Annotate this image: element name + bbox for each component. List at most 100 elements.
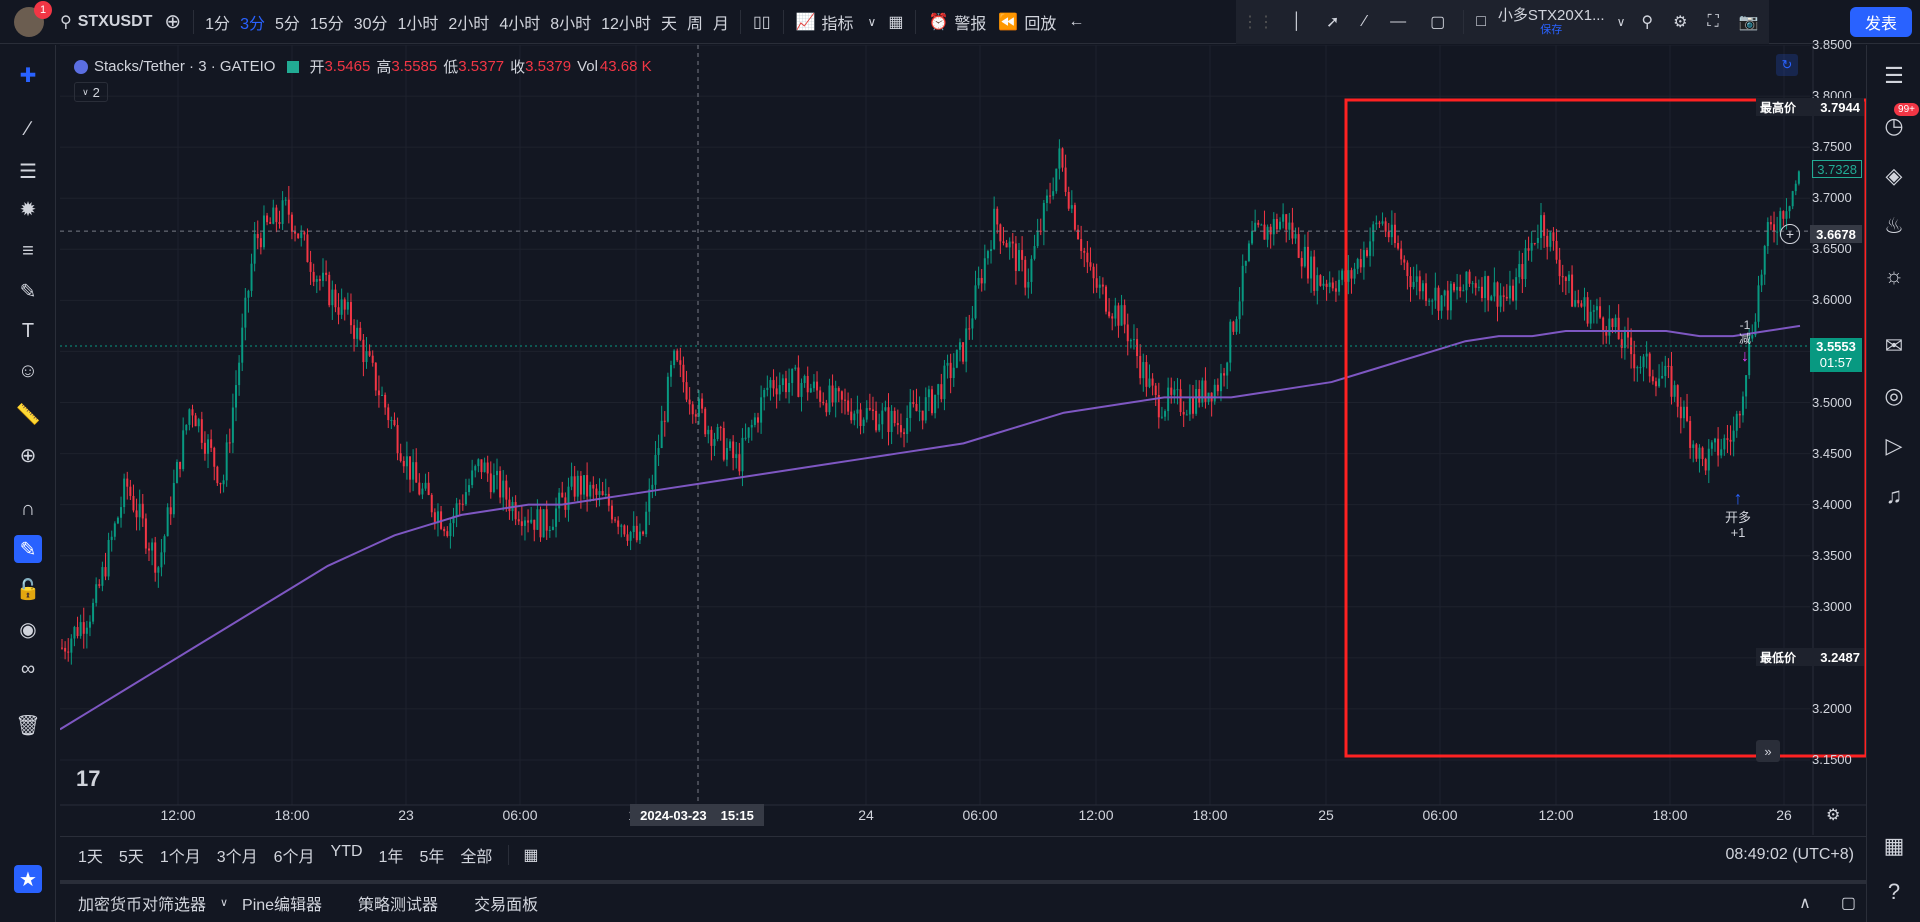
- candle-body: [778, 385, 781, 395]
- add-symbol-button[interactable]: ⊕: [158, 0, 187, 44]
- candle-body: [607, 493, 610, 506]
- fib-retracement-icon[interactable]: ☰: [14, 157, 42, 185]
- magnet-icon[interactable]: ∩: [14, 495, 42, 523]
- horizontal-line-icon[interactable]: —: [1378, 0, 1418, 44]
- range-0[interactable]: 1天: [70, 843, 111, 867]
- camera-icon[interactable]: 📷: [1729, 0, 1769, 44]
- vertical-line-icon[interactable]: │: [1280, 0, 1314, 44]
- chart-pane[interactable]: [60, 45, 1866, 835]
- scroll-to-latest-icon[interactable]: »: [1756, 740, 1780, 762]
- layout-name-button[interactable]: 小多STX20X1... 保存: [1492, 0, 1611, 44]
- quick-search-icon[interactable]: ⚲: [1631, 0, 1663, 44]
- layout-checkbox-icon[interactable]: □: [1470, 0, 1492, 44]
- alert-button[interactable]: ⏰ 警报: [922, 0, 992, 44]
- interval-11[interactable]: 周: [682, 10, 708, 34]
- prediction-icon[interactable]: ≡: [14, 237, 42, 265]
- lock-icon[interactable]: 🔓: [14, 575, 42, 603]
- footer-tab-3[interactable]: 交易面板: [456, 891, 556, 915]
- user-avatar[interactable]: 1: [14, 0, 52, 37]
- link-icon[interactable]: ∞: [14, 655, 42, 683]
- play-forward-icon[interactable]: ▷: [1879, 431, 1909, 461]
- interval-6[interactable]: 2小时: [443, 10, 494, 34]
- price-chart[interactable]: [60, 45, 1866, 835]
- stay-drawing-icon[interactable]: ✎: [14, 535, 42, 563]
- drag-handle-icon[interactable]: ⋮⋮: [1236, 0, 1280, 44]
- interval-7[interactable]: 4小时: [494, 10, 545, 34]
- range-5[interactable]: YTD: [323, 843, 371, 867]
- footer-tab-2[interactable]: 策略测试器: [340, 891, 456, 915]
- footer-tab-1[interactable]: Pine编辑器: [224, 891, 340, 915]
- range-6[interactable]: 1年: [371, 843, 412, 867]
- layers-icon[interactable]: ◈: [1879, 161, 1909, 191]
- bell-icon[interactable]: ♫: [1879, 481, 1909, 511]
- candle-body: [651, 484, 654, 490]
- chevron-down-icon[interactable]: ∨: [1611, 0, 1632, 44]
- alerts-clock-icon[interactable]: ◷ 99+: [1879, 103, 1919, 141]
- interval-9[interactable]: 12小时: [596, 10, 656, 34]
- rectangle-icon[interactable]: ▢: [1418, 0, 1457, 44]
- range-2[interactable]: 1个月: [152, 843, 209, 867]
- fullscreen-icon[interactable]: ⛶: [1697, 0, 1728, 44]
- axis-settings-gear-icon[interactable]: ⚙: [1826, 805, 1840, 825]
- add-alert-plus-icon[interactable]: +: [1780, 224, 1800, 244]
- calendar-icon[interactable]: ▦: [1879, 831, 1909, 861]
- interval-8[interactable]: 8小时: [545, 10, 596, 34]
- interval-2[interactable]: 5分: [270, 10, 305, 34]
- chart-type-button[interactable]: ▯▯: [747, 0, 777, 44]
- settings-gear-icon[interactable]: ⚙: [1663, 0, 1697, 44]
- hotlist-flame-icon[interactable]: ♨: [1879, 211, 1909, 241]
- text-icon[interactable]: T: [14, 317, 42, 345]
- alert-label: 警报: [954, 15, 987, 33]
- range-7[interactable]: 5年: [411, 843, 452, 867]
- tradingview-logo-icon[interactable]: 17: [76, 766, 100, 792]
- watchlist-icon[interactable]: ☰: [1879, 61, 1909, 91]
- interval-5[interactable]: 1小时: [393, 10, 444, 34]
- interval-10[interactable]: 天: [656, 10, 682, 34]
- emoji-icon[interactable]: ☺: [14, 357, 42, 385]
- chevron-down-icon[interactable]: ∨: [220, 896, 228, 909]
- footer-tab-0[interactable]: 加密货币对筛选器: [60, 891, 224, 915]
- help-icon[interactable]: ?: [1879, 877, 1909, 907]
- ray-icon[interactable]: ∕: [1351, 0, 1378, 44]
- templates-button[interactable]: ▦: [882, 0, 909, 44]
- range-8[interactable]: 全部: [452, 843, 500, 867]
- interval-12[interactable]: 月: [708, 10, 734, 34]
- trend-line-icon[interactable]: ➚: [1314, 0, 1351, 44]
- sync-icon[interactable]: ↻: [1776, 54, 1798, 76]
- undo-button[interactable]: ←: [1062, 0, 1090, 44]
- range-4[interactable]: 6个月: [266, 843, 323, 867]
- candle-body: [1272, 218, 1275, 235]
- candle-body: [912, 401, 915, 404]
- trend-line-icon[interactable]: ∕: [14, 115, 42, 143]
- symbol-title[interactable]: Stacks/Tether · 3 · GATEIO: [94, 58, 275, 75]
- eye-icon[interactable]: ◉: [14, 615, 42, 643]
- publish-button[interactable]: 发表: [1850, 7, 1912, 37]
- symbol-search[interactable]: ⚲ STXUSDT: [54, 0, 158, 44]
- candle-body: [645, 511, 648, 535]
- indicators-collapse-button[interactable]: ∨ 2: [74, 82, 108, 102]
- streams-icon[interactable]: ◎: [1879, 381, 1909, 411]
- replay-button[interactable]: ⏪ 回放: [992, 0, 1062, 44]
- brush-icon[interactable]: ✎: [14, 277, 42, 305]
- interval-1[interactable]: 3分: [235, 10, 270, 34]
- chevron-up-icon[interactable]: ∧: [1799, 893, 1811, 913]
- maximize-panel-icon[interactable]: ▢: [1841, 893, 1856, 913]
- range-3[interactable]: 3个月: [209, 843, 266, 867]
- interval-0[interactable]: 1分: [200, 10, 235, 34]
- ideas-bulb-icon[interactable]: ☼: [1879, 261, 1909, 291]
- pattern-icon[interactable]: ✹: [14, 195, 42, 223]
- clock-display[interactable]: 08:49:02 (UTC+8): [1717, 846, 1862, 864]
- trash-icon[interactable]: 🗑: [14, 711, 42, 739]
- candle-body: [570, 476, 573, 487]
- favorites-star-icon[interactable]: ★: [14, 865, 42, 893]
- zoom-in-icon[interactable]: ⊕: [14, 441, 42, 469]
- range-1[interactable]: 5天: [111, 843, 152, 867]
- indicators-button[interactable]: 📈 指标 ∨: [790, 0, 883, 44]
- date-range-calendar-icon[interactable]: ▦: [508, 844, 546, 865]
- candle-body: [1080, 238, 1083, 251]
- interval-4[interactable]: 30分: [349, 10, 393, 34]
- interval-3[interactable]: 15分: [305, 10, 349, 34]
- chat-icon[interactable]: ✉: [1879, 331, 1909, 361]
- ruler-icon[interactable]: 📏: [14, 400, 42, 428]
- crosshair-icon[interactable]: ✚: [14, 61, 42, 89]
